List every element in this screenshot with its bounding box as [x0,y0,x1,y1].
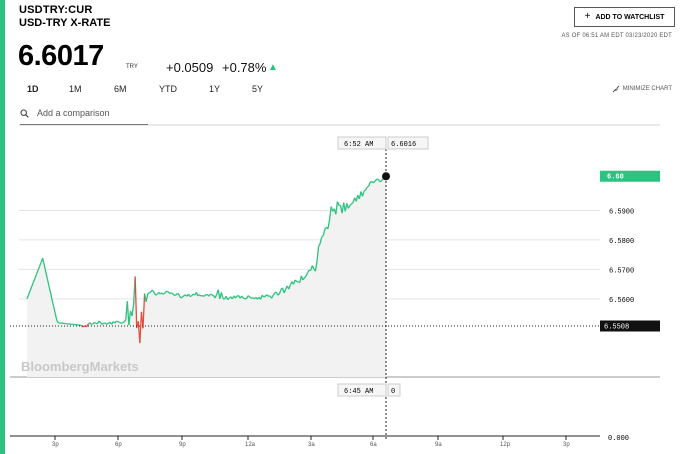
crosshair-value-label: 6.6016 [387,136,429,150]
volume-zero-label: 0.000 [608,435,629,443]
price-segment [117,321,120,324]
x-tick-label: 6p [115,442,122,448]
y-tick-label: 6.5600 [609,297,634,305]
price-segment [263,295,266,298]
svg-text:6.6016: 6.6016 [391,141,416,149]
last-price-dot [382,172,390,181]
x-tick-label: 3p [52,442,59,448]
price-segment [148,291,152,294]
x-tick-label: 12a [245,442,256,448]
x-tick-label: 9p [179,442,186,448]
svg-text:0: 0 [391,388,395,396]
y-tick-label: 6.5700 [609,267,634,275]
volume-time-label: 6:45 AM [337,383,387,397]
price-segment [106,322,109,325]
x-tick-label: 3a [308,442,315,448]
price-segment [166,290,169,293]
watermark: BloombergMarkets [21,359,139,374]
price-segment [189,295,192,298]
svg-text:6:52 AM: 6:52 AM [344,141,373,149]
volume-value-label: 0 [387,383,401,397]
y-tick-label: 6.5800 [609,238,634,246]
svg-text:6:45 AM: 6:45 AM [344,388,373,396]
price-segment [122,321,125,324]
svg-text:6.5508: 6.5508 [604,324,629,332]
x-tick-label: 9a [435,442,442,448]
x-axis-labels: 3p 6p 9p 12a 3a 6a 9a 12p 3p [52,436,570,448]
price-segment [210,293,213,296]
x-tick-label: 12p [500,442,511,448]
price-segment [180,296,183,299]
price-chart[interactable]: 6:52 AM 6.6016 6:45 AM 0 6.56006.57006.5… [0,0,684,454]
previous-close-badge: 6.5508 [600,320,660,332]
price-segment [155,293,158,296]
x-tick-label: 6a [370,442,377,448]
price-segment [79,324,83,327]
crosshair-time-label: 6:52 AM [337,136,387,150]
y-axis-labels: 6.5600 6.5700 6.5800 6.5900 [609,208,634,304]
svg-text:6.60: 6.60 [607,174,624,182]
y-tick-label: 6.5900 [609,208,634,216]
price-segment [119,321,122,324]
price-segment [94,321,97,324]
price-segment [211,294,214,297]
x-tick-label: 3p [563,442,570,448]
current-price-badge: 6.60 [600,170,660,182]
price-area [27,176,386,377]
